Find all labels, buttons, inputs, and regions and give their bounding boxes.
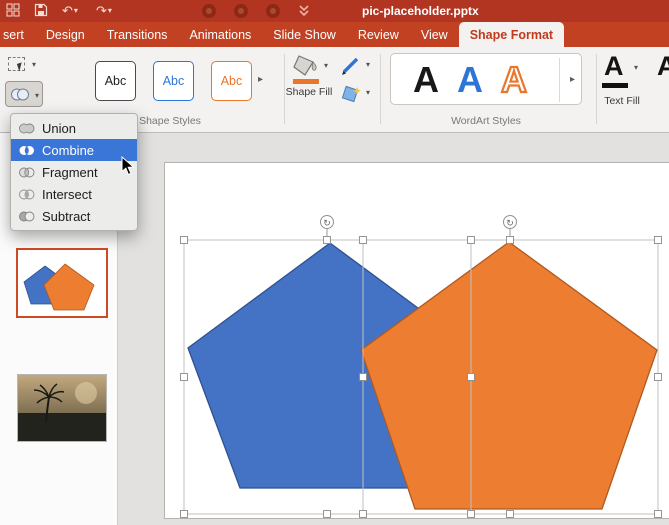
menu-item-label: Intersect [42, 186, 92, 202]
shape-style-preset-1[interactable]: Abc [95, 61, 136, 101]
wordart-style-black[interactable]: A [413, 56, 439, 104]
menu-item-union[interactable]: Union [11, 117, 137, 139]
wordart-more-icon[interactable]: ▸ [570, 74, 575, 85]
menu-item-intersect[interactable]: Intersect [11, 183, 137, 205]
powerpoint-window: ↶▾ ↷▾ pic-placeholder.pptx sert Design T… [0, 0, 669, 525]
wordart-gallery[interactable]: A A A ▸ [390, 53, 582, 105]
shape-style-preset-3[interactable]: Abc [211, 61, 252, 101]
combine-icon [19, 145, 34, 155]
undo-caret-icon[interactable]: ▾ [74, 6, 78, 15]
merge-shapes-icon [11, 88, 29, 101]
group-label-wordart-styles: WordArt Styles [451, 115, 521, 127]
shape-fill-caret-icon: ▾ [324, 61, 329, 70]
document-title: pic-placeholder.pptx [362, 4, 479, 18]
undo-icon[interactable]: ↶▾ [62, 3, 78, 19]
group-separator [380, 54, 381, 124]
save-icon[interactable] [34, 3, 48, 19]
slide[interactable] [164, 162, 669, 519]
shape-fill-button[interactable]: ▾ [288, 53, 334, 117]
shape-effects-icon [341, 85, 361, 103]
gallery-divider [559, 58, 560, 102]
shape-outline-caret-icon: ▾ [366, 60, 371, 69]
slide-thumbnail-2[interactable] [17, 374, 107, 442]
menu-item-combine[interactable]: Combine [11, 139, 137, 161]
menu-item-fragment[interactable]: Fragment [11, 161, 137, 183]
shape-outline-button[interactable]: ▾ [340, 56, 370, 81]
redo-icon[interactable]: ↷▾ [96, 3, 112, 19]
tab-insert[interactable]: sert [0, 22, 35, 47]
menu-item-subtract[interactable]: Subtract [11, 205, 137, 227]
paint-bucket-icon [293, 55, 319, 84]
app-grid-icon[interactable] [6, 3, 20, 19]
titlebar: ↶▾ ↷▾ pic-placeholder.pptx [0, 0, 669, 22]
tab-design[interactable]: Design [35, 22, 96, 47]
menu-item-label: Fragment [42, 164, 98, 180]
text-fill-letter: A [604, 51, 624, 81]
text-fill-color-bar [602, 83, 628, 88]
menu-item-label: Subtract [42, 208, 91, 224]
merge-shapes-menu: Union Combine Fragment Intersect Subtrac… [10, 113, 138, 231]
wordart-style-orange-outline[interactable]: A [500, 56, 528, 104]
thumbnail-2-photo [18, 375, 106, 441]
slide-thumbnail-1[interactable] [16, 248, 108, 318]
text-fill-caret-icon: ▾ [634, 63, 639, 72]
tab-review[interactable]: Review [347, 22, 410, 47]
toolbar-circle-icon[interactable] [266, 4, 280, 18]
ribbon-tabbar: sert Design Transitions Animations Slide… [0, 22, 669, 47]
merge-shapes-caret-icon: ▾ [34, 91, 39, 100]
tab-slide-show[interactable]: Slide Show [262, 22, 347, 47]
mouse-cursor [121, 156, 135, 176]
ribbon-collapse-icon[interactable] [298, 3, 310, 19]
shape-fill-label: Shape Fill [285, 86, 333, 98]
text-fill-label: Text Fill [604, 95, 640, 107]
text-outline-button[interactable]: A [657, 50, 669, 82]
fragment-icon [19, 167, 35, 177]
menu-item-label: Union [42, 120, 76, 136]
subtract-icon [19, 211, 35, 221]
tab-view[interactable]: View [410, 22, 459, 47]
shape-effects-button[interactable]: ▾ [340, 84, 370, 109]
merge-shapes-button[interactable]: ▾ [5, 81, 43, 107]
toolbar-circle-icon[interactable] [234, 4, 248, 18]
thumbnail-1-preview [23, 263, 95, 311]
pencil-icon [342, 57, 359, 75]
tab-shape-format[interactable]: Shape Format [458, 22, 565, 47]
shape-style-preset-2[interactable]: Abc [153, 61, 194, 101]
select-tool-button[interactable]: ▾ [8, 54, 44, 76]
redo-caret-icon[interactable]: ▾ [108, 6, 112, 15]
toolbar-circle-icon[interactable] [202, 4, 216, 18]
shape-effects-caret-icon: ▾ [366, 88, 371, 97]
select-tool-caret-icon: ▾ [32, 60, 37, 69]
menu-item-label: Combine [42, 142, 95, 158]
wordart-style-blue[interactable]: A [457, 56, 483, 104]
intersect-icon [19, 189, 35, 199]
group-separator [596, 54, 597, 124]
tab-transitions[interactable]: Transitions [96, 22, 179, 47]
union-icon [19, 123, 35, 133]
tab-animations[interactable]: Animations [178, 22, 262, 47]
shape-styles-more-icon[interactable]: ▸ [258, 74, 263, 85]
